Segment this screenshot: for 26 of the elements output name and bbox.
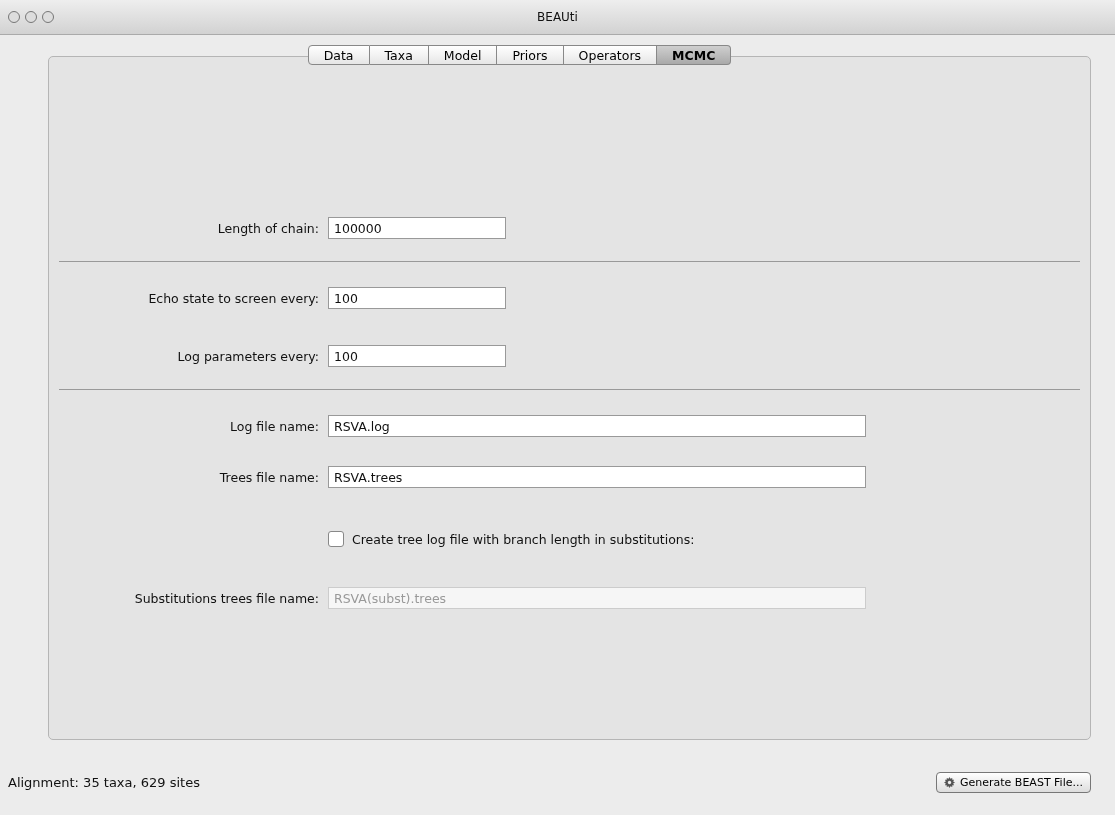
tab[interactable]: Taxa xyxy=(369,45,429,65)
field-label: Length of chain: xyxy=(216,220,320,236)
input-field[interactable]: 100000 xyxy=(328,217,506,239)
tab[interactable]: MCMC xyxy=(657,45,732,65)
tab[interactable]: Model xyxy=(428,45,498,65)
status-text: Alignment: 35 taxa, 629 sites xyxy=(8,775,200,790)
field-label: Log file name: xyxy=(229,418,320,434)
tab[interactable]: Data xyxy=(307,45,370,65)
checkbox-label: Create tree log file with branch length in substitutions: xyxy=(352,531,695,547)
tab[interactable]: Operators xyxy=(563,45,658,65)
checkbox[interactable] xyxy=(328,531,344,547)
gear-icon xyxy=(944,777,955,788)
zoom-button[interactable] xyxy=(42,11,54,23)
input-field[interactable]: RSVA.trees xyxy=(328,466,866,488)
generate-button[interactable]: Generate BEAST File... xyxy=(936,772,1091,793)
close-button[interactable] xyxy=(8,11,20,23)
minimize-button[interactable] xyxy=(25,11,37,23)
field-label: Log parameters every: xyxy=(176,348,320,364)
field-label: Echo state to screen every: xyxy=(147,290,320,306)
input-field[interactable]: 100 xyxy=(328,287,506,309)
window-title: BEAUti xyxy=(537,10,578,24)
field-label: Substitutions trees file name: xyxy=(133,590,320,606)
input-field[interactable]: 100 xyxy=(328,345,506,367)
input-field[interactable]: RSVA.log xyxy=(328,415,866,437)
field-label: Trees file name: xyxy=(218,469,320,485)
tab[interactable]: Priors xyxy=(497,45,564,65)
